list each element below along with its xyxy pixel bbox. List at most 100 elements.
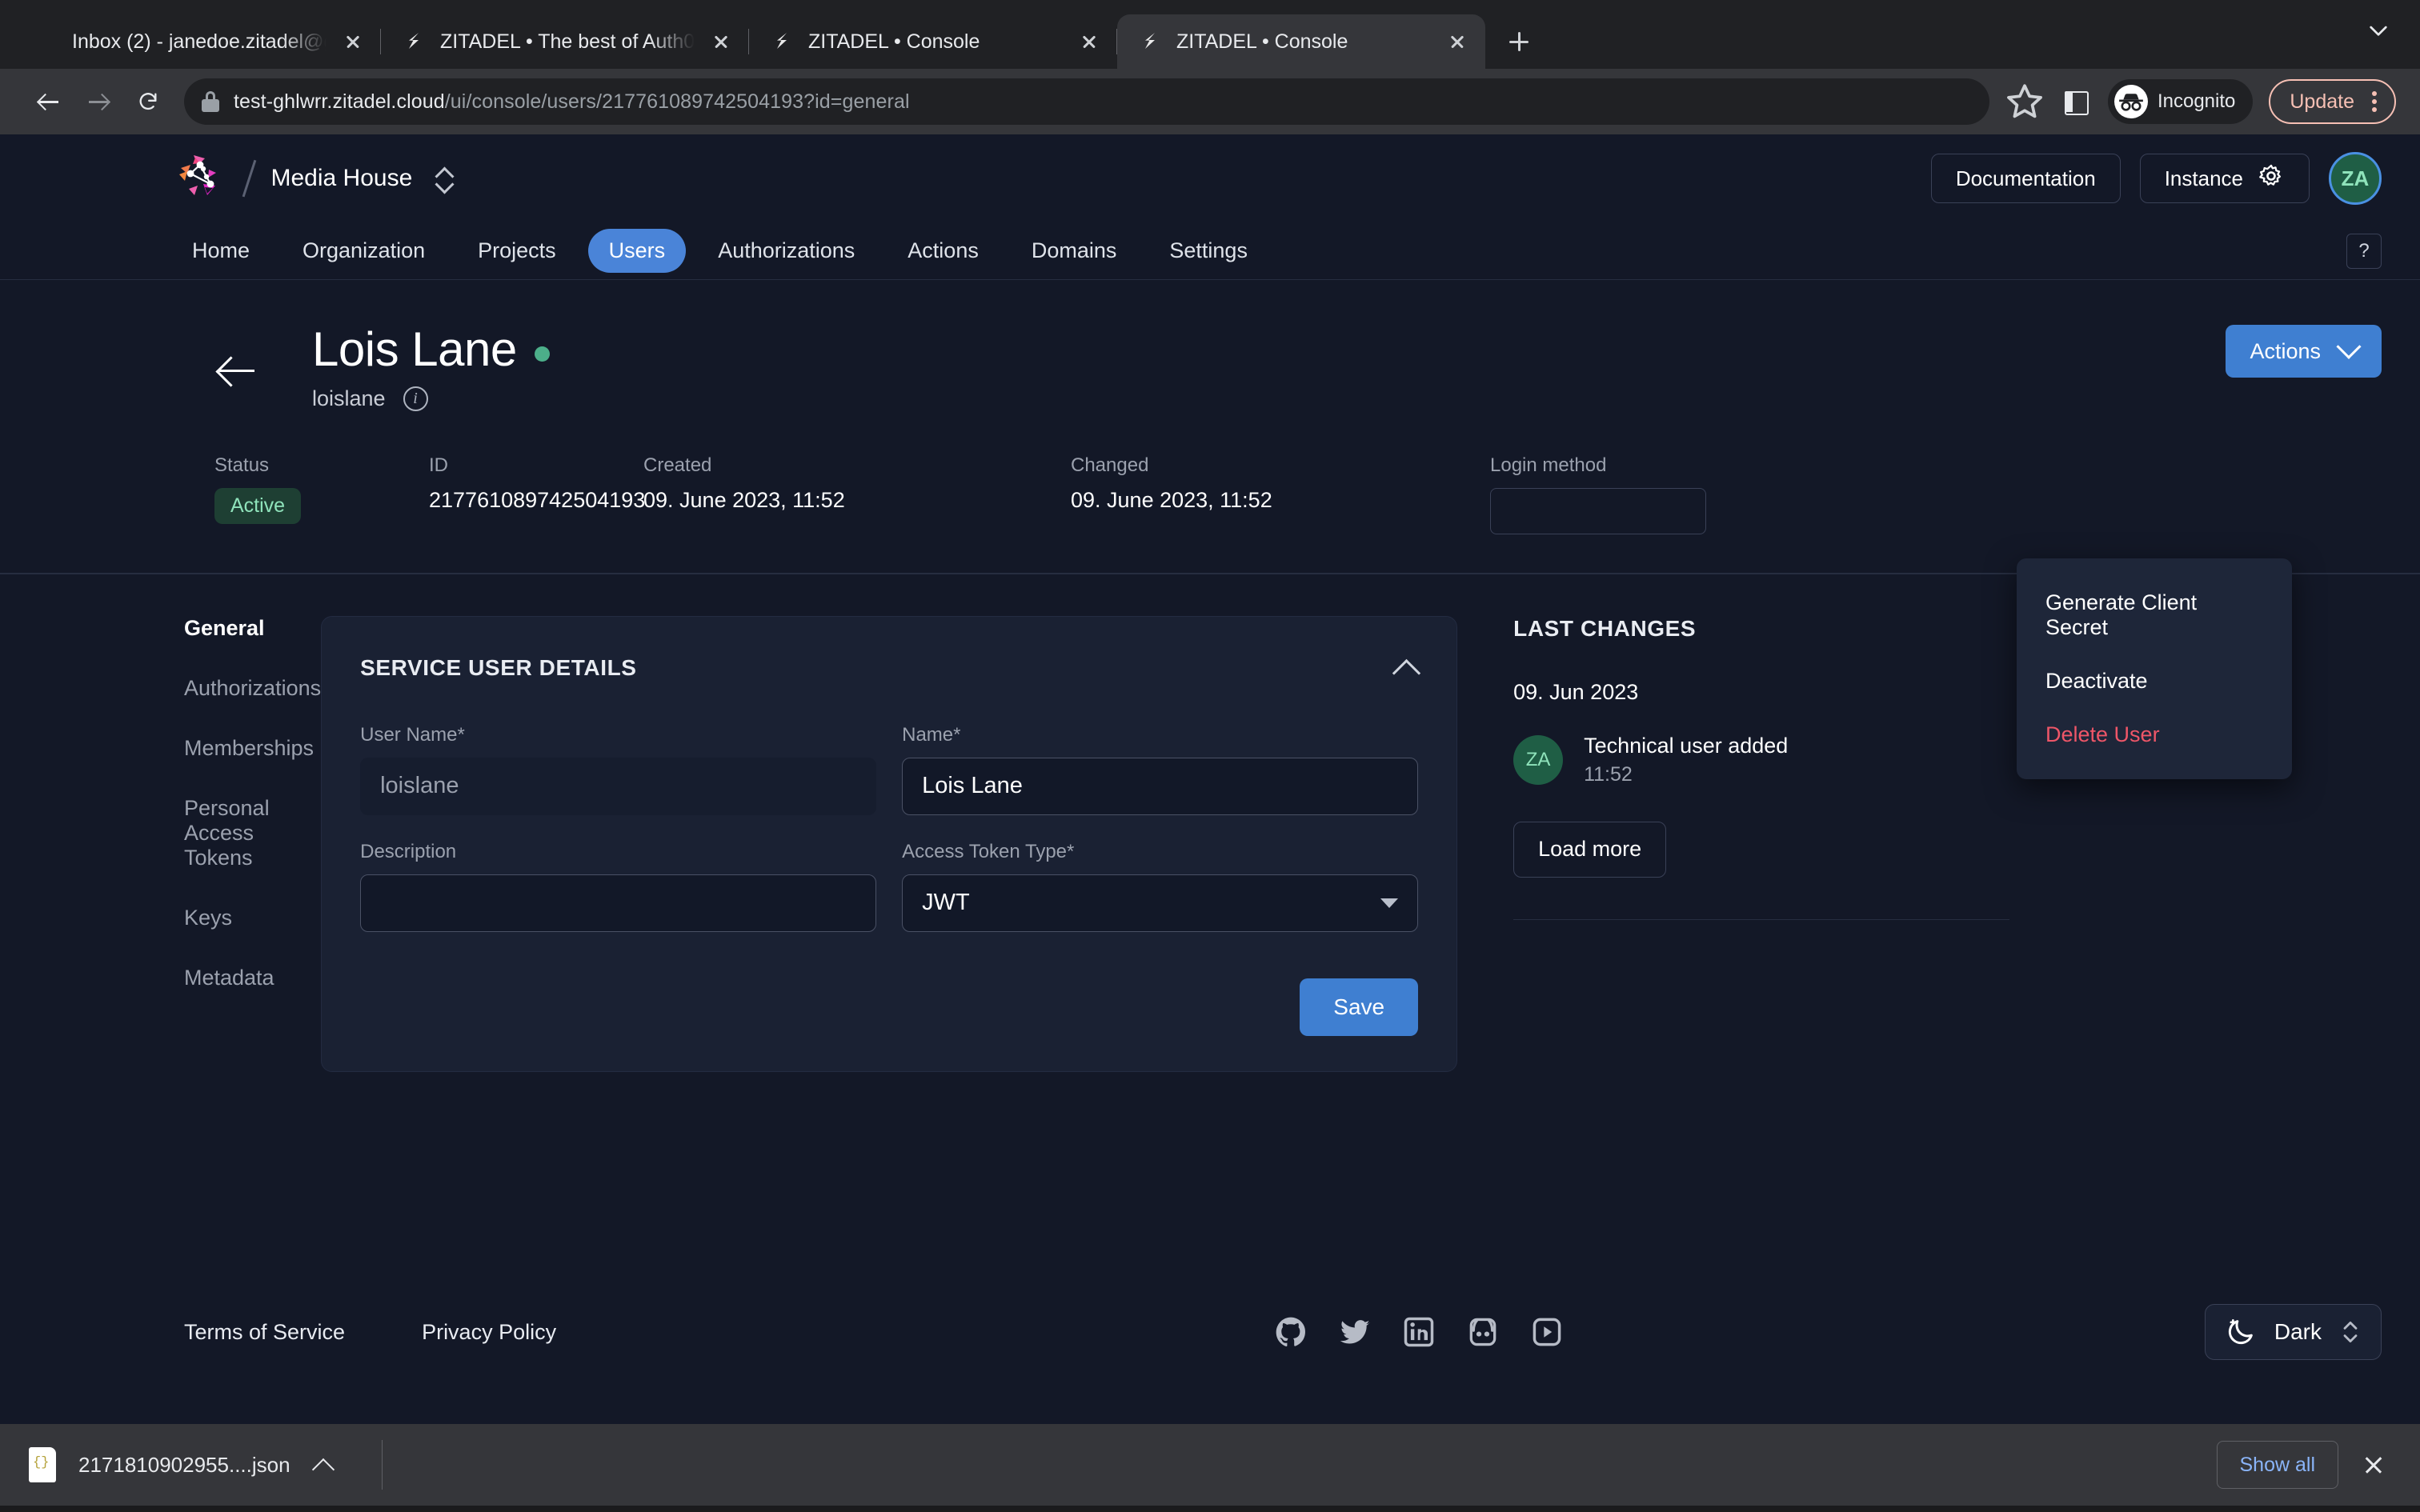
- info-icon[interactable]: i: [403, 386, 428, 411]
- close-icon[interactable]: [2356, 1447, 2391, 1482]
- json-file-icon: [29, 1447, 56, 1482]
- theme-selector[interactable]: Dark: [2204, 1304, 2382, 1360]
- browser-tab[interactable]: ZITADEL • Console: [749, 14, 1117, 69]
- sidebar-item-memberships[interactable]: Memberships: [184, 736, 321, 761]
- brand[interactable]: Media House: [171, 154, 460, 203]
- side-panel-icon[interactable]: [2052, 79, 2097, 124]
- user-meta: Status Active ID 217761089742504193 Crea…: [0, 411, 2420, 534]
- sidebar-item-metadata[interactable]: Metadata: [184, 966, 321, 990]
- close-icon[interactable]: [707, 28, 735, 55]
- privacy-policy-link[interactable]: Privacy Policy: [422, 1320, 556, 1345]
- chevron-down-icon[interactable]: [2366, 18, 2391, 43]
- username-label: User Name*: [360, 723, 465, 746]
- nav-item-home[interactable]: Home: [171, 229, 270, 273]
- browser-tab[interactable]: ZITADEL • The best of Auth0 a: [381, 14, 749, 69]
- back-button[interactable]: [213, 346, 262, 395]
- star-icon[interactable]: [2002, 79, 2047, 124]
- login-method-box[interactable]: [1490, 488, 1706, 534]
- main-nav: Home Organization Projects Users Authori…: [0, 222, 2420, 280]
- meta-label: Status: [214, 454, 270, 476]
- back-arrow-icon[interactable]: [24, 77, 74, 126]
- nav-item-actions[interactable]: Actions: [887, 229, 1000, 273]
- meta-status: Status Active: [214, 454, 429, 534]
- sidebar-item-personal-access-tokens[interactable]: Personal Access Tokens: [184, 796, 321, 870]
- actions-button[interactable]: Actions: [2226, 325, 2382, 378]
- page-header: Lois Lane loislane i Actions: [0, 280, 2420, 411]
- forward-arrow-icon[interactable]: [74, 77, 123, 126]
- token-type-label: Access Token Type*: [902, 840, 1075, 862]
- meta-label: Login method: [1490, 454, 1607, 476]
- zitadel-icon: [1138, 29, 1164, 54]
- meta-id: ID 217761089742504193: [429, 454, 645, 534]
- access-token-type-value: JWT: [922, 890, 970, 915]
- new-tab-button[interactable]: [1496, 19, 1541, 64]
- sidebar-item-authorizations[interactable]: Authorizations: [184, 676, 321, 701]
- username-input[interactable]: loislane: [360, 757, 877, 815]
- instance-label: Instance: [2164, 166, 2243, 190]
- documentation-button[interactable]: Documentation: [1930, 154, 2121, 203]
- show-all-button[interactable]: Show all: [2216, 1441, 2338, 1489]
- chevron-up-icon[interactable]: [313, 1454, 334, 1475]
- close-icon[interactable]: [339, 28, 367, 55]
- page-subtitle: loislane: [312, 386, 386, 410]
- twitter-icon[interactable]: [1337, 1314, 1372, 1350]
- github-icon[interactable]: [1273, 1314, 1308, 1350]
- menu-item-generate-client-secret[interactable]: Generate Client Secret: [2017, 576, 2292, 654]
- social-links: [1273, 1314, 1565, 1350]
- app-footer: Terms of Service Privacy Policy Dark: [0, 1240, 2420, 1424]
- token-type-field-group: Access Token Type* JWT: [902, 840, 1419, 932]
- avatar[interactable]: ZA: [2329, 152, 2382, 205]
- nav-item-users[interactable]: Users: [587, 229, 687, 273]
- nav-item-authorizations[interactable]: Authorizations: [697, 229, 875, 273]
- incognito-indicator[interactable]: Incognito: [2107, 79, 2254, 124]
- menu-item-deactivate[interactable]: Deactivate: [2017, 654, 2292, 708]
- update-button[interactable]: Update: [2269, 79, 2396, 124]
- avatar: ZA: [1513, 734, 1564, 785]
- name-field-group: Name* Lois Lane: [902, 724, 1419, 815]
- app-header: Media House Documentation Instance ZA: [0, 134, 2420, 222]
- access-token-type-select[interactable]: JWT: [902, 874, 1419, 932]
- url-path: /ui/console/users/217761089742504193?id=…: [444, 90, 910, 113]
- documentation-label: Documentation: [1955, 166, 2096, 190]
- description-input[interactable]: [360, 874, 877, 932]
- sidebar-item-keys[interactable]: Keys: [184, 906, 321, 930]
- change-text: Technical user added: [1584, 733, 1789, 758]
- instance-button[interactable]: Instance: [2139, 154, 2310, 203]
- close-icon[interactable]: [1444, 28, 1471, 55]
- browser-tab-active[interactable]: ZITADEL • Console: [1117, 14, 1485, 69]
- page-title: Lois Lane: [312, 322, 517, 376]
- close-icon[interactable]: [1076, 28, 1103, 55]
- load-more-button[interactable]: Load more: [1513, 821, 1667, 878]
- address-bar[interactable]: test-ghlwrr.zitadel.cloud/ui/console/use…: [184, 78, 1989, 125]
- terms-of-service-link[interactable]: Terms of Service: [184, 1320, 345, 1345]
- actions-dropdown-menu: Generate Client Secret Deactivate Delete…: [2017, 558, 2292, 779]
- moon-icon: [2225, 1316, 2257, 1348]
- menu-item-delete-user[interactable]: Delete User: [2017, 708, 2292, 762]
- browser-tab[interactable]: Inbox (2) - janedoe.zitadel@gm: [13, 14, 381, 69]
- org-switcher-icon[interactable]: [433, 160, 460, 197]
- help-button[interactable]: ?: [2346, 233, 2382, 269]
- download-item[interactable]: 2171810902955....json: [29, 1447, 334, 1482]
- user-side-menu: General Authorizations Memberships Perso…: [0, 616, 321, 1072]
- youtube-icon[interactable]: [1529, 1314, 1565, 1350]
- browser-tab-title: ZITADEL • The best of Auth0 a: [440, 30, 695, 53]
- nav-item-projects[interactable]: Projects: [457, 229, 577, 273]
- chevron-up-icon[interactable]: [1394, 656, 1418, 680]
- incognito-label: Incognito: [2157, 90, 2236, 112]
- username-field-group: User Name* loislane: [360, 723, 877, 815]
- nav-item-settings[interactable]: Settings: [1148, 229, 1268, 273]
- nav-item-organization[interactable]: Organization: [282, 229, 446, 273]
- browser-toolbar: test-ghlwrr.zitadel.cloud/ui/console/use…: [0, 69, 2420, 134]
- kebab-menu-icon[interactable]: [2362, 88, 2386, 115]
- update-label: Update: [2290, 90, 2354, 113]
- avatar-initials: ZA: [2341, 166, 2370, 190]
- reload-icon[interactable]: [123, 77, 173, 126]
- sidebar-item-general[interactable]: General: [184, 616, 321, 641]
- theme-label: Dark: [2274, 1319, 2322, 1344]
- discord-icon[interactable]: [1465, 1314, 1500, 1350]
- lock-icon: [202, 91, 219, 112]
- name-input[interactable]: Lois Lane: [902, 757, 1419, 815]
- nav-item-domains[interactable]: Domains: [1011, 229, 1138, 273]
- save-button[interactable]: Save: [1300, 978, 1419, 1036]
- linkedin-icon[interactable]: [1401, 1314, 1436, 1350]
